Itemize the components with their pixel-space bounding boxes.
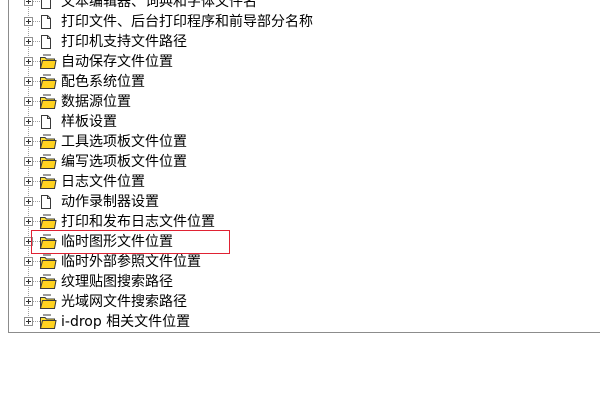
folder-icon [39,54,57,70]
tree-item-label: 打印和发布日志文件位置 [61,214,215,230]
tree-item-label: 编写选项板文件位置 [61,154,187,170]
tree-item[interactable]: i-drop 相关文件位置 [9,312,569,332]
tree-item-label: i-drop 相关文件位置 [61,314,191,330]
tree-item[interactable]: 打印和发布日志文件位置 [9,212,569,232]
document-icon [41,0,51,9]
expand-icon[interactable] [24,257,33,266]
tree-item[interactable]: 自动保存文件位置 [9,52,569,72]
tree-item-label: 打印机支持文件路径 [61,34,187,50]
expand-icon[interactable] [24,157,33,166]
document-icon [41,114,51,129]
tree-item[interactable]: 动作录制器设置 [9,192,569,212]
tree-item[interactable]: 数据源位置 [9,92,569,112]
expand-icon[interactable] [24,197,33,206]
folder-icon [39,94,57,110]
expand-icon[interactable] [24,97,33,106]
tree-item-label: 动作录制器设置 [61,194,159,210]
file-location-tree: 文本编辑器、词典和字体文件名打印文件、后台打印程序和前导部分名称 打印机支持文件路… [8,0,600,333]
expand-icon[interactable] [24,117,33,126]
tree-connector [33,201,40,202]
expand-icon[interactable] [24,137,33,146]
folder-icon [39,174,57,190]
tree-item-label: 样板设置 [61,114,117,130]
folder-icon [39,134,57,150]
expand-icon[interactable] [24,0,33,6]
tree-item-label: 纹理贴图搜索路径 [61,274,173,290]
folder-icon [39,234,57,250]
tree-item-label: 临时外部参照文件位置 [61,254,201,270]
expand-icon[interactable] [24,297,33,306]
tree-item-label: 配色系统位置 [61,74,145,90]
tree-item[interactable]: 编写选项板文件位置 [9,152,569,172]
expand-icon[interactable] [24,77,33,86]
expand-icon[interactable] [24,217,33,226]
tree-item-label: 日志文件位置 [61,174,145,190]
tree-item[interactable]: 工具选项板文件位置 [9,132,569,152]
document-icon [41,34,51,49]
tree-item-label: 数据源位置 [61,94,131,110]
tree-item-label: 自动保存文件位置 [61,54,173,70]
tree-connector [33,21,40,22]
tree-item-label: 文本编辑器、词典和字体文件名 [61,0,257,10]
document-icon [41,14,51,29]
expand-icon[interactable] [24,17,33,26]
folder-icon [39,214,57,230]
folder-icon [39,254,57,270]
tree-item-label: 工具选项板文件位置 [61,134,187,150]
tree-item[interactable]: 打印文件、后台打印程序和前导部分名称 [9,12,569,32]
tree-connector [33,41,40,42]
expand-icon[interactable] [24,37,33,46]
document-icon [41,194,51,209]
tree-item-label: 光域网文件搜索路径 [61,294,187,310]
expand-icon[interactable] [24,237,33,246]
tree-item[interactable]: 打印机支持文件路径 [9,32,569,52]
tree-item-label: 打印文件、后台打印程序和前导部分名称 [61,14,313,30]
tree-item[interactable]: 文本编辑器、词典和字体文件名 [9,0,569,12]
folder-icon [39,74,57,90]
tree-connector [33,121,40,122]
tree-item[interactable]: 临时外部参照文件位置 [9,252,569,272]
tree-item[interactable]: 日志文件位置 [9,172,569,192]
tree-item[interactable]: 配色系统位置 [9,72,569,92]
expand-icon[interactable] [24,177,33,186]
folder-icon [39,274,57,290]
expand-icon[interactable] [24,317,33,326]
folder-icon [39,154,57,170]
expand-icon[interactable] [24,277,33,286]
tree-connector [33,1,40,2]
tree-item[interactable]: 光域网文件搜索路径 [9,292,569,312]
tree-item[interactable]: 样板设置 [9,112,569,132]
folder-icon [39,294,57,310]
tree-item-label: 临时图形文件位置 [61,234,173,250]
expand-icon[interactable] [24,57,33,66]
folder-icon [39,314,57,330]
tree-item[interactable]: 临时图形文件位置 [9,232,569,252]
tree-item[interactable]: 纹理贴图搜索路径 [9,272,569,292]
